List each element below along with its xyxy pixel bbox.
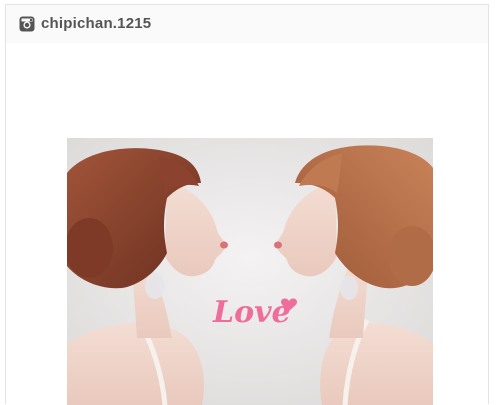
post-photo[interactable]: Love: [67, 138, 433, 405]
love-overlay-text: Love: [212, 295, 291, 330]
account-username[interactable]: chipichan.1215: [41, 15, 151, 33]
post-header: chipichan.1215: [6, 5, 488, 43]
instagram-icon[interactable]: [19, 16, 35, 32]
instagram-embed-card: chipichan.1215 Love: [5, 4, 489, 405]
